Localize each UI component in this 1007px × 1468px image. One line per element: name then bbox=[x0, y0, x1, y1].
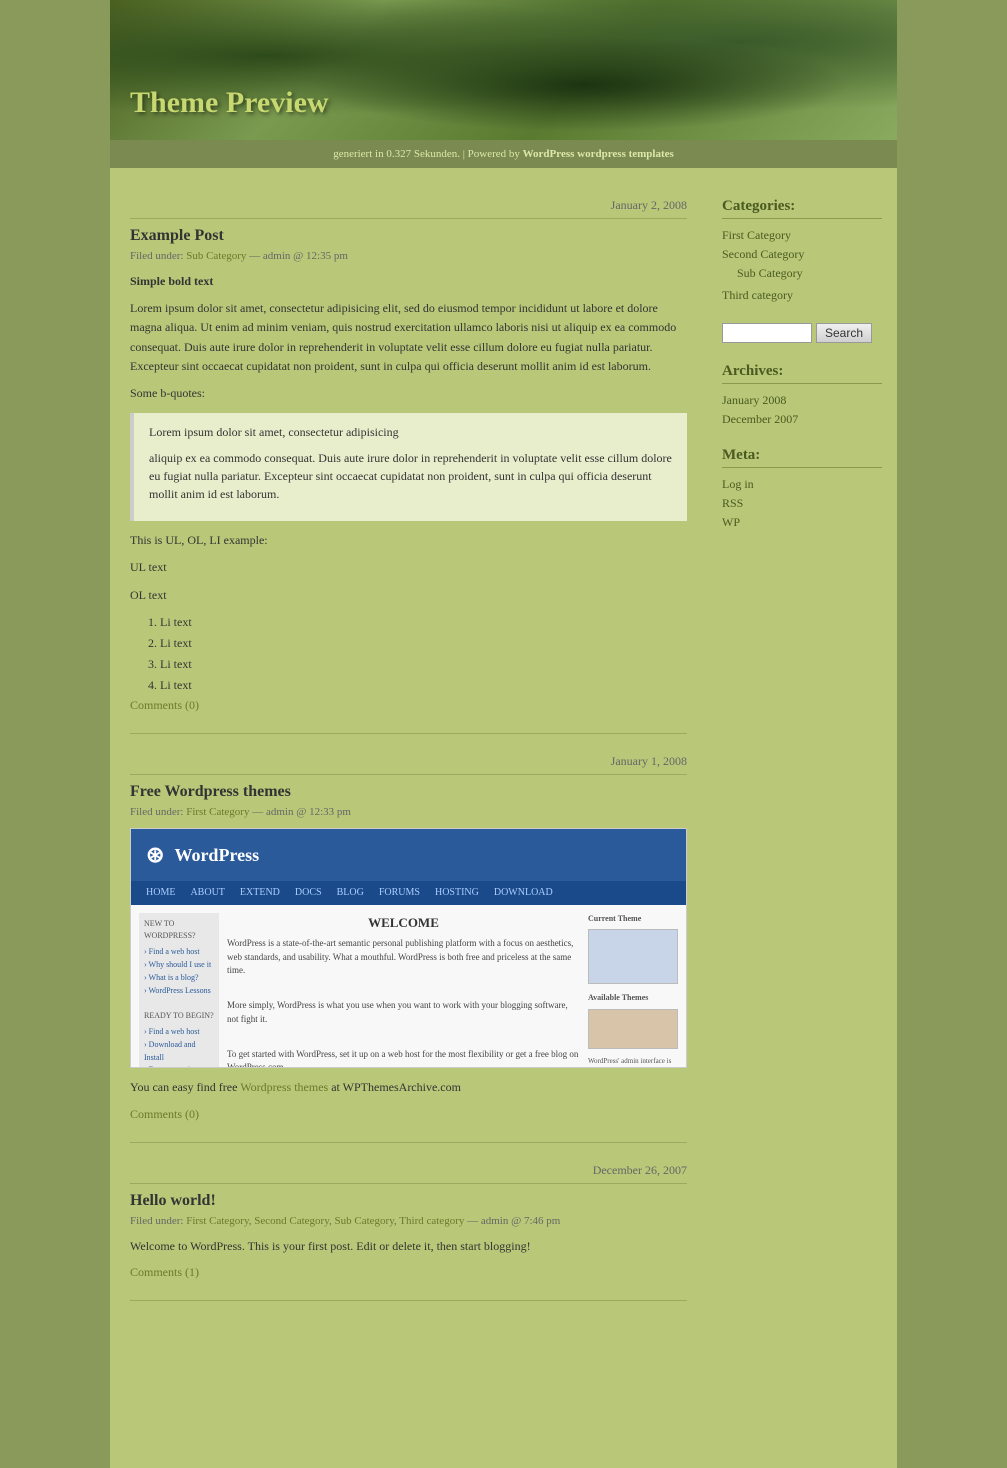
list-item: Li text bbox=[160, 655, 687, 674]
archive-link-dec[interactable]: December 2007 bbox=[722, 412, 798, 426]
meta-rss-link[interactable]: RSS bbox=[722, 496, 743, 510]
post-title-1: Example Post bbox=[130, 227, 687, 245]
blockquote-text-1: Lorem ipsum dolor sit amet, consectetur … bbox=[149, 423, 672, 441]
post-title-link-2[interactable]: Free Wordpress themes bbox=[130, 783, 291, 800]
meta-title: Meta: bbox=[722, 447, 882, 468]
post-content-1: Simple bold text Lorem ipsum dolor sit a… bbox=[130, 272, 687, 695]
category-link-third[interactable]: Third category bbox=[722, 288, 793, 302]
post-title-3: Hello world! bbox=[130, 1192, 687, 1210]
sidebar-item-third-category: Third category bbox=[722, 287, 882, 303]
search-input[interactable] bbox=[722, 323, 812, 343]
post-meta-1: Filed under: Sub Category — admin @ 12:3… bbox=[130, 250, 687, 262]
post-wordpress-themes: January 1, 2008 Free Wordpress themes Fi… bbox=[130, 754, 687, 1142]
sidebar-item-login: Log in bbox=[722, 476, 882, 492]
main-wrapper: January 2, 2008 Example Post Filed under… bbox=[110, 168, 897, 1468]
sidebar-categories: Categories: First Category Second Catego… bbox=[722, 198, 882, 303]
wp-screenshot-header: ⊛ WordPress bbox=[131, 829, 686, 880]
search-form: Search bbox=[722, 323, 882, 343]
sidebar-item-dec-2007: December 2007 bbox=[722, 411, 882, 427]
post-date-3: December 26, 2007 bbox=[130, 1163, 687, 1184]
footer-bar: generiert in 0.327 Sekunden. | Powered b… bbox=[110, 140, 897, 168]
post-date-2: January 1, 2008 bbox=[130, 754, 687, 775]
wordpress-themes-link[interactable]: Wordpress themes bbox=[240, 1080, 328, 1094]
sidebar-item-first-category: First Category bbox=[722, 227, 882, 243]
post-author-1: admin @ 12:35 pm bbox=[263, 250, 348, 262]
sidebar-item-second-category: Second Category bbox=[722, 246, 882, 262]
sidebar-item-wp: WP bbox=[722, 514, 882, 530]
post-cat-link-3a[interactable]: First Category bbox=[186, 1215, 249, 1227]
meta-list: Log in RSS WP bbox=[722, 476, 882, 530]
category-link-first[interactable]: First Category bbox=[722, 228, 791, 242]
sidebar-meta: Meta: Log in RSS WP bbox=[722, 447, 882, 530]
category-link-sub[interactable]: Sub Category bbox=[737, 266, 803, 280]
post-category-link-1[interactable]: Sub Category bbox=[186, 250, 246, 262]
blockquote-text-2: aliquip ex ea commodo consequat. Duis au… bbox=[149, 449, 672, 503]
main-content: January 2, 2008 Example Post Filed under… bbox=[110, 188, 707, 1331]
search-button[interactable]: Search bbox=[816, 323, 872, 343]
templates-link[interactable]: wordpress templates bbox=[577, 148, 674, 160]
categories-title: Categories: bbox=[722, 198, 882, 219]
list-item: Li text bbox=[160, 676, 687, 695]
meta-wp-link[interactable]: WP bbox=[722, 515, 740, 529]
post-content-3: Welcome to WordPress. This is your first… bbox=[130, 1237, 687, 1256]
wp-right-sim: Current Theme Available Themes WordPress… bbox=[588, 913, 678, 1069]
post-cat-link-3b[interactable]: Second Category bbox=[254, 1215, 329, 1227]
wordpress-link[interactable]: WordPress bbox=[523, 148, 575, 160]
post-cat-link-3d[interactable]: Third category bbox=[399, 1215, 464, 1227]
meta-login-link[interactable]: Log in bbox=[722, 477, 754, 491]
comments-link-3[interactable]: Comments (1) bbox=[130, 1265, 199, 1279]
bold-heading: Simple bold text bbox=[130, 274, 213, 288]
post-title-2: Free Wordpress themes bbox=[130, 783, 687, 801]
post-meta-2: Filed under: First Category — admin @ 12… bbox=[130, 806, 687, 818]
sidebar-search: Search bbox=[722, 323, 882, 343]
post-date-1: January 2, 2008 bbox=[130, 198, 687, 219]
list-item: Li text bbox=[160, 634, 687, 653]
post-title-link-3[interactable]: Hello world! bbox=[130, 1192, 216, 1209]
post-content-2: ⊛ WordPress HOMEABOUTEXTENDDOCSBLOGFORUM… bbox=[130, 828, 687, 1097]
archives-title: Archives: bbox=[722, 363, 882, 384]
site-title: Theme Preview bbox=[130, 86, 329, 120]
ul-text: UL text bbox=[130, 558, 687, 577]
comments-link-1[interactable]: Comments (0) bbox=[130, 698, 199, 712]
post-meta-3: Filed under: First Category, Second Cate… bbox=[130, 1215, 687, 1227]
content-wrapper: January 2, 2008 Example Post Filed under… bbox=[110, 168, 897, 1351]
categories-list: First Category Second Category Sub Categ… bbox=[722, 227, 882, 303]
post-example: January 2, 2008 Example Post Filed under… bbox=[130, 198, 687, 734]
post-cat-link-3c[interactable]: Sub Category bbox=[335, 1215, 394, 1227]
sidebar-item-rss: RSS bbox=[722, 495, 882, 511]
bquote-label: Some b-quotes: bbox=[130, 384, 687, 403]
post-hello-world: December 26, 2007 Hello world! Filed und… bbox=[130, 1163, 687, 1301]
wp-body: NEW TO WORDPRESS? › Find a web host › Wh… bbox=[131, 905, 686, 1069]
post-category-link-2[interactable]: First Category bbox=[186, 806, 249, 818]
wp-screenshot: ⊛ WordPress HOMEABOUTEXTENDDOCSBLOGFORUM… bbox=[130, 828, 687, 1068]
wp-sidebar-sim: NEW TO WORDPRESS? › Find a web host › Wh… bbox=[139, 913, 219, 1069]
sidebar-archives: Archives: January 2008 December 2007 bbox=[722, 363, 882, 427]
ul-ol-label: This is UL, OL, LI example: bbox=[130, 531, 687, 550]
post-author-2: admin @ 12:33 pm bbox=[266, 806, 351, 818]
sidebar-item-jan-2008: January 2008 bbox=[722, 392, 882, 408]
wp-logo-icon: ⊛ bbox=[146, 837, 164, 872]
wp-wordmark: WordPress bbox=[174, 841, 259, 870]
post-author-3: admin @ 7:46 pm bbox=[481, 1215, 561, 1227]
archive-link-jan[interactable]: January 2008 bbox=[722, 393, 786, 407]
ol-text: OL text bbox=[130, 586, 687, 605]
blockquote: Lorem ipsum dolor sit amet, consectetur … bbox=[130, 413, 687, 521]
category-link-second[interactable]: Second Category bbox=[722, 247, 804, 261]
archives-list: January 2008 December 2007 bbox=[722, 392, 882, 427]
post-body-text-2: You can easy find free Wordpress themes … bbox=[130, 1078, 687, 1097]
comments-link-2[interactable]: Comments (0) bbox=[130, 1107, 199, 1121]
post-paragraph-1: Lorem ipsum dolor sit amet, consectetur … bbox=[130, 299, 687, 376]
wp-main-sim: WELCOME WordPress is a state-of-the-art … bbox=[227, 913, 580, 1069]
sidebar-item-sub-category: Sub Category bbox=[722, 265, 882, 281]
sidebar: Categories: First Category Second Catego… bbox=[707, 188, 897, 1331]
site-header: Theme Preview bbox=[110, 0, 897, 140]
wp-nav: HOMEABOUTEXTENDDOCSBLOGFORUMSHOSTINGDOWN… bbox=[131, 881, 686, 905]
list-item: Li text bbox=[160, 613, 687, 632]
post-title-link-1[interactable]: Example Post bbox=[130, 227, 224, 244]
post-body-3: Welcome to WordPress. This is your first… bbox=[130, 1237, 687, 1256]
